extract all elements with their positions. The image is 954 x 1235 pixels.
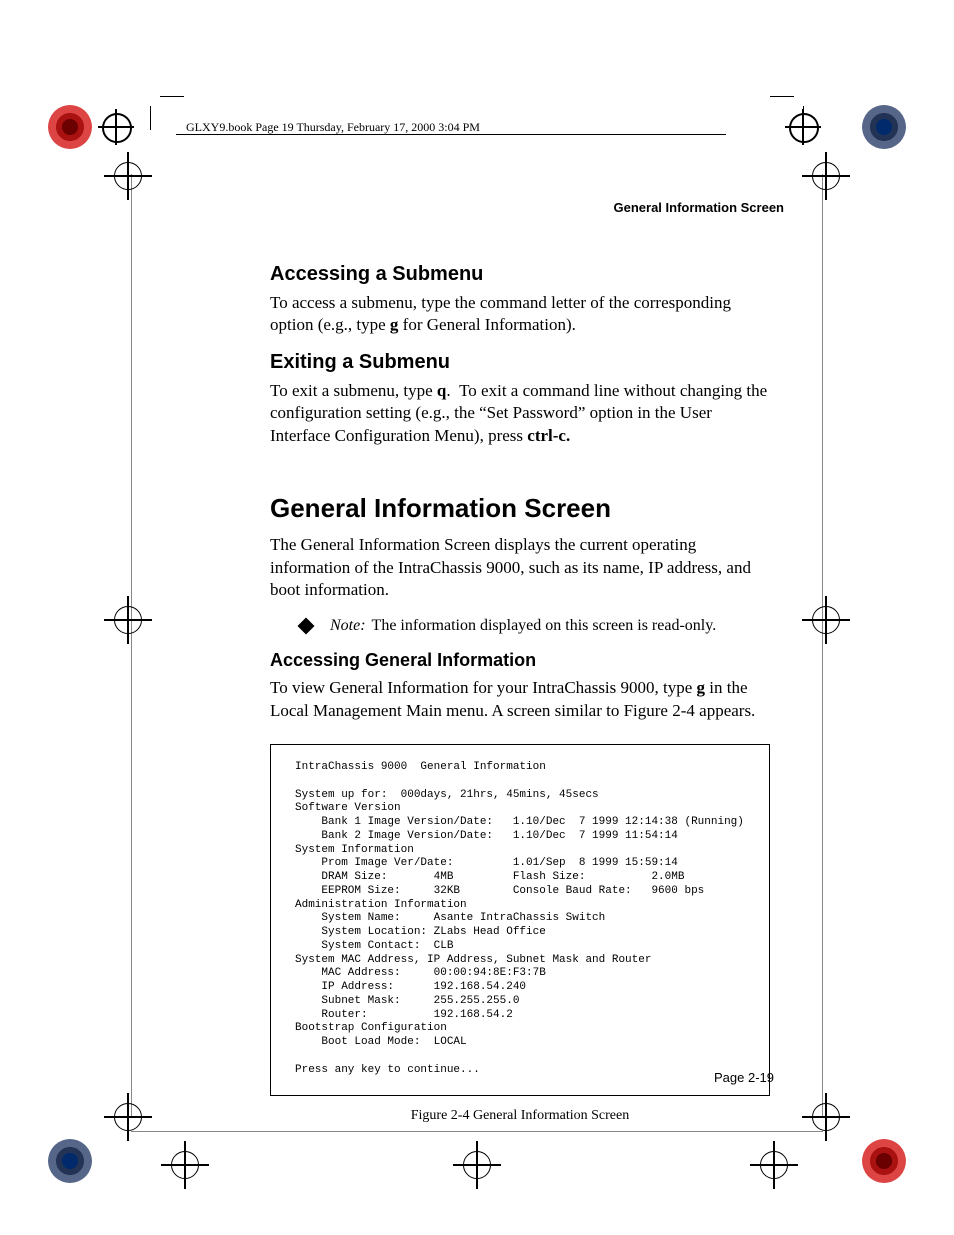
note: Note: The information displayed on this s… [300,616,770,637]
page: GLXY9.book Page 19 Thursday, February 17… [0,0,954,1235]
heading-accessing-general-info: Accessing General Information [270,650,770,671]
paragraph: To exit a submenu, type q. To exit a com… [270,380,770,447]
crosshair-icon [806,1097,846,1137]
page-number: Page 2-19 [714,1070,774,1085]
crosshair-icon [806,600,846,640]
content-column: General Information Screen Accessing a S… [270,200,770,1124]
crosshair-icon [457,1145,497,1185]
heading-exiting-submenu: Exiting a Submenu [270,351,770,374]
print-header: GLXY9.book Page 19 Thursday, February 17… [186,120,480,135]
crop-mark-icon [150,96,184,130]
crop-mark-icon [770,96,804,130]
registration-mark-icon [48,1139,92,1183]
crosshair-icon [108,1097,148,1137]
paragraph: The General Information Screen displays … [270,534,770,601]
heading-general-info-screen: General Information Screen [270,493,770,524]
figure-caption: Figure 2-4 General Information Screen [270,1108,770,1124]
registration-mark-icon [48,105,92,149]
note-text: The information displayed on this screen… [372,617,717,634]
terminal-output: IntraChassis 9000 General Information Sy… [270,744,770,1096]
crosshair-icon [108,156,148,196]
paragraph: To access a submenu, type the command le… [270,292,770,337]
frame-rule [822,174,823,1117]
heading-accessing-submenu: Accessing a Submenu [270,263,770,286]
frame-rule [131,1131,823,1132]
crosshair-icon [806,156,846,196]
crosshair-icon [754,1145,794,1185]
crosshair-icon [108,600,148,640]
paragraph: To view General Information for your Int… [270,677,770,722]
frame-rule [131,174,132,1117]
registration-mark-icon [862,1139,906,1183]
note-label: Note: [330,617,366,634]
running-head: General Information Screen [270,200,784,215]
registration-mark-icon [862,105,906,149]
crosshair-target-icon [102,113,132,143]
crosshair-icon [165,1145,205,1185]
diamond-bullet-icon [298,617,315,634]
